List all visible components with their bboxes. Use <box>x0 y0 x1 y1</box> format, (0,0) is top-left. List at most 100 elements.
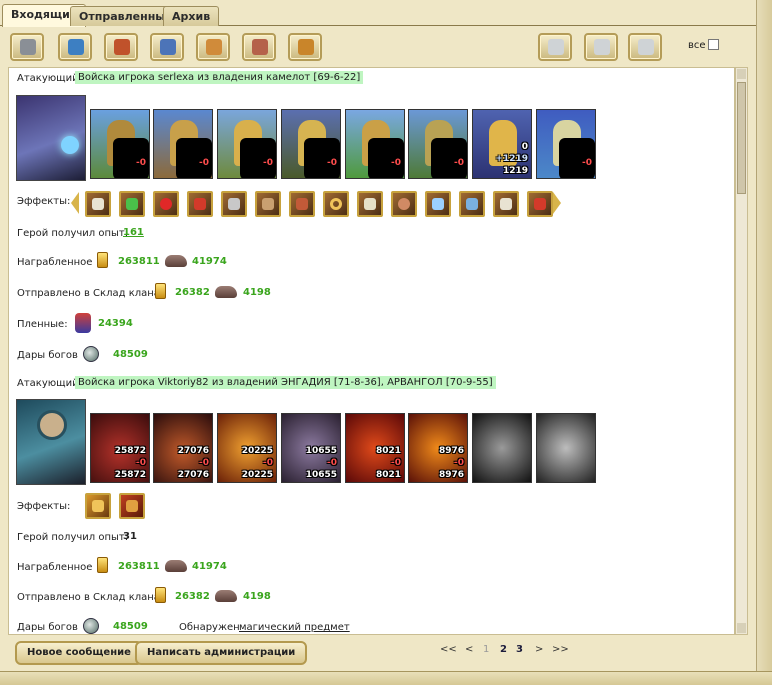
scroll-icon <box>20 39 36 55</box>
unit-slot[interactable]: -0 <box>281 109 341 179</box>
unit-slot[interactable]: 25872 -0 25872 <box>90 413 150 483</box>
toolbar <box>0 28 756 64</box>
trash-icon <box>638 39 654 55</box>
effect-icon[interactable] <box>255 191 281 217</box>
hero-portrait[interactable] <box>16 95 86 181</box>
effect-icon[interactable] <box>221 191 247 217</box>
loot-label: Награбленное <box>17 562 93 573</box>
effect-icon[interactable] <box>425 191 451 217</box>
unit-loss: -0 <box>454 158 464 168</box>
unit-loss: -0 <box>327 458 337 468</box>
loot-gold: 263811 <box>118 561 160 572</box>
clan-gold: 26382 <box>175 591 210 602</box>
attacker-label: Атакующий <box>17 378 79 389</box>
gifts-value: 48509 <box>113 349 148 360</box>
new-message-button[interactable]: Новое сообщение <box>15 641 143 665</box>
gold-icon <box>155 283 166 299</box>
gold-icon <box>97 557 108 573</box>
effect-icon[interactable] <box>289 191 315 217</box>
scroll-down-icon[interactable] <box>737 623 746 633</box>
gold-icon <box>97 252 108 268</box>
gifts-label: Дары богов <box>17 622 78 633</box>
unit-count-top: 20225 <box>241 446 273 456</box>
envelope-button[interactable] <box>538 33 572 61</box>
pager-next[interactable]: > <box>535 644 543 655</box>
card-button[interactable] <box>584 33 618 61</box>
attacker-info: Войска игрока Viktoriy82 из владений ЭНГ… <box>75 376 496 389</box>
captive-icon <box>75 313 91 333</box>
select-all-checkbox[interactable] <box>708 39 719 50</box>
pager-last[interactable]: >> <box>552 644 569 655</box>
unit-count: 20225 <box>241 470 273 480</box>
effect-icon[interactable] <box>527 191 553 217</box>
attacker-info: Войска игрока serlexa из владения камело… <box>75 71 364 84</box>
select-all-label: все <box>688 40 706 51</box>
unit-slot[interactable]: -0 <box>90 109 150 179</box>
hammer-button[interactable] <box>242 33 276 61</box>
unit-count: 27076 <box>177 470 209 480</box>
heart-icon[interactable] <box>153 191 179 217</box>
unit-slot[interactable]: -0 <box>408 109 468 179</box>
unit-count: 1219 <box>502 166 528 176</box>
scroll-button[interactable] <box>10 33 44 61</box>
clan-ore: 4198 <box>243 287 271 298</box>
unit-slot[interactable]: -0 <box>345 109 405 179</box>
hero-portrait[interactable] <box>16 399 86 485</box>
unit-slot[interactable] <box>472 413 532 483</box>
magic-item-link[interactable]: магический предмет <box>239 622 350 633</box>
effect-icon[interactable] <box>493 191 519 217</box>
hammer-icon <box>252 39 268 55</box>
scroll-up-icon[interactable] <box>737 69 746 79</box>
unit-slot[interactable]: -0 <box>217 109 277 179</box>
unit-loss: -0 <box>199 158 209 168</box>
pager-page-3[interactable]: 3 <box>516 644 523 655</box>
ore-icon <box>165 255 187 267</box>
unit-slot[interactable]: 8976 -0 8976 <box>408 413 468 483</box>
effects-scroll-left-icon[interactable] <box>71 192 79 214</box>
book-button[interactable] <box>150 33 184 61</box>
pager-page-2[interactable]: 2 <box>500 644 507 655</box>
write-admin-button[interactable]: Написать администрации <box>135 641 308 665</box>
gift-orb-icon <box>83 618 99 634</box>
unit-slot[interactable]: 0 +1219 1219 <box>472 109 532 179</box>
quill-button[interactable] <box>58 33 92 61</box>
swords-button[interactable] <box>104 33 138 61</box>
shield-icon[interactable] <box>391 191 417 217</box>
unit-loss: -0 <box>136 158 146 168</box>
effect-icon[interactable] <box>85 191 111 217</box>
content-scrollbar[interactable] <box>735 67 748 635</box>
exp-value-link[interactable]: 161 <box>123 227 144 238</box>
unit-slot[interactable]: 20225 -0 20225 <box>217 413 277 483</box>
pager-first[interactable]: << <box>440 644 457 655</box>
scroll-thumb[interactable] <box>737 82 746 194</box>
trash-button[interactable] <box>628 33 662 61</box>
unit-slot[interactable] <box>536 413 596 483</box>
effects-label: Эффекты: <box>17 196 71 207</box>
tab-archive[interactable]: Архив <box>163 6 220 26</box>
effects-scroll-right-icon[interactable] <box>553 192 561 214</box>
effect-xp-icon[interactable] <box>119 493 145 519</box>
unit-count-top: 10655 <box>305 446 337 456</box>
effect-icon[interactable] <box>85 493 111 519</box>
card-icon <box>594 39 610 55</box>
unit-count-top: 8021 <box>375 446 401 456</box>
unit-loss: -0 <box>263 158 273 168</box>
unit-loss: -0 <box>199 458 209 468</box>
people-button[interactable] <box>196 33 230 61</box>
tab-bar: Входящие Отправленные Архив <box>0 0 772 27</box>
found-label: Обнаружен <box>179 622 240 633</box>
gift-orb-icon <box>83 346 99 362</box>
pager-prev[interactable]: < <box>465 644 473 655</box>
loot-label: Награбленное <box>17 257 93 268</box>
effect-icon[interactable] <box>459 191 485 217</box>
unit-slot[interactable]: 27076 -0 27076 <box>153 413 213 483</box>
ring-icon[interactable] <box>323 191 349 217</box>
unit-slot[interactable]: 10655 -0 10655 <box>281 413 341 483</box>
warrior-button[interactable] <box>288 33 322 61</box>
effect-icon[interactable] <box>119 191 145 217</box>
unit-slot[interactable]: -0 <box>536 109 596 179</box>
effect-icon[interactable] <box>187 191 213 217</box>
effect-icon[interactable] <box>357 191 383 217</box>
unit-slot[interactable]: -0 <box>153 109 213 179</box>
unit-slot[interactable]: 8021 -0 8021 <box>345 413 405 483</box>
